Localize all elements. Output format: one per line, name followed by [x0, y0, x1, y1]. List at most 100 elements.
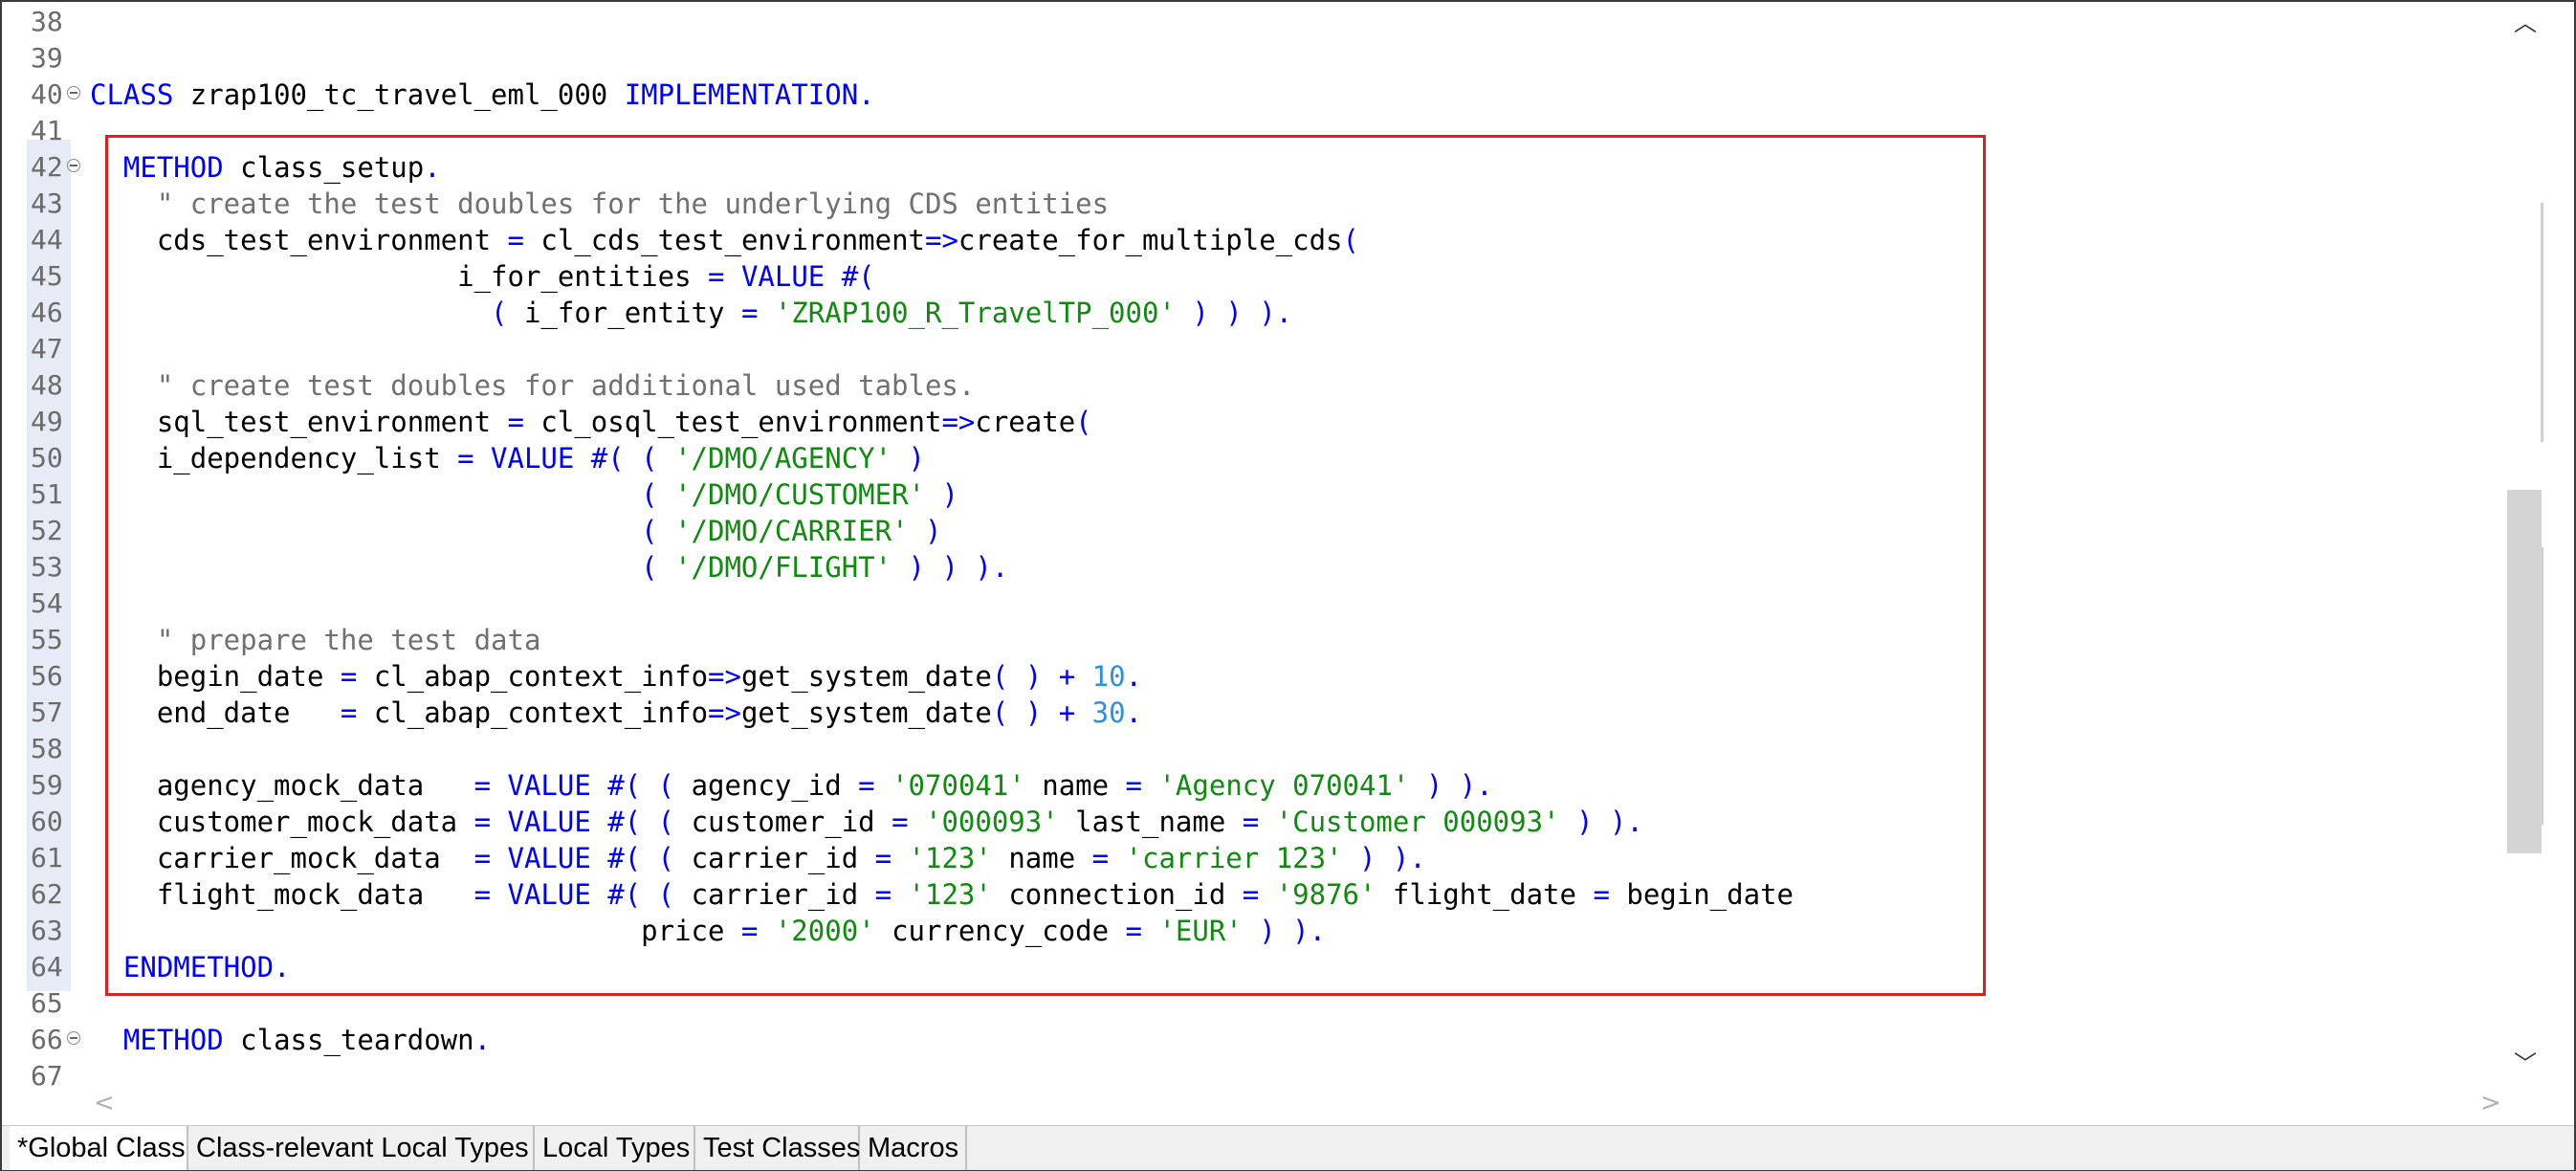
- code-token: '000093': [908, 806, 1059, 838]
- code-line[interactable]: 59 agency_mock_data = VALUE #( ( agency_…: [2, 767, 2489, 804]
- code-token: =: [1242, 878, 1260, 911]
- line-number: 53: [31, 551, 63, 583]
- code-token: =: [740, 297, 759, 329]
- scroll-left-icon[interactable]: <: [94, 1089, 115, 1117]
- code-line[interactable]: 38: [2, 4, 2489, 40]
- code-token: sql_test_environment: [90, 406, 508, 438]
- code-line[interactable]: 55 " prepare the test data: [2, 622, 2489, 658]
- fold-toggle-icon[interactable]: [67, 1031, 80, 1045]
- code-line[interactable]: 43 " create the test doubles for the und…: [2, 186, 2489, 222]
- code-text: " create the test doubles for the underl…: [90, 186, 1109, 222]
- code-token: '/DMO/AGENCY': [674, 442, 892, 475]
- fold-toggle-icon[interactable]: [67, 159, 80, 172]
- code-token: carrier_id: [691, 842, 875, 874]
- code-line[interactable]: 56 begin_date = cl_abap_context_info=>ge…: [2, 658, 2489, 695]
- code-line[interactable]: 62 flight_mock_data = VALUE #( ( carrier…: [2, 876, 2489, 913]
- code-line[interactable]: 58: [2, 731, 2489, 767]
- code-token: last_name: [1058, 806, 1243, 838]
- editor-window: 38 39 40 CLASS zrap100_tc_travel_eml_000 IM…: [0, 0, 2576, 1171]
- code-token: =: [892, 806, 909, 838]
- tab-macros[interactable]: Macros: [860, 1126, 967, 1170]
- code-line[interactable]: 40 CLASS zrap100_tc_travel_eml_000 IMPLEM…: [2, 77, 2489, 113]
- line-number: 46: [31, 297, 63, 328]
- code-token: cds_test_environment: [90, 224, 508, 256]
- code-token: =: [507, 406, 524, 438]
- horizontal-scrollbar[interactable]: < >: [84, 1087, 2506, 1121]
- code-token: ) ).: [1559, 806, 1643, 838]
- line-number: 48: [31, 369, 63, 401]
- code-token: .: [424, 151, 441, 184]
- code-token: VALUE #( (: [491, 878, 692, 911]
- code-token: class_setup: [223, 151, 425, 184]
- code-token: '/DMO/CARRIER': [674, 515, 909, 547]
- scroll-down-icon[interactable]: ﹀: [2514, 1045, 2537, 1078]
- code-token: =: [874, 842, 892, 874]
- code-text: ( '/DMO/CARRIER' ): [90, 513, 941, 549]
- line-number: 52: [31, 515, 63, 546]
- code-line[interactable]: 46 ( i_for_entity = 'ZRAP100_R_TravelTP_…: [2, 295, 2489, 331]
- code-token: 10: [1091, 660, 1126, 693]
- code-token: 'Agency 070041': [1142, 769, 1410, 802]
- tab-global-class[interactable]: *Global Class: [10, 1126, 188, 1170]
- code-token: begin_date: [90, 660, 341, 693]
- line-number: 44: [31, 224, 63, 255]
- code-line[interactable]: 51 ( '/DMO/CUSTOMER' ): [2, 476, 2489, 513]
- code-token: agency_mock_data: [90, 769, 474, 802]
- line-number: 61: [31, 842, 63, 873]
- code-token: =: [473, 806, 492, 838]
- code-token: ) ) ).: [1175, 297, 1293, 329]
- code-text: ( i_for_entity = 'ZRAP100_R_TravelTP_000…: [90, 295, 1292, 331]
- code-token: (: [641, 478, 675, 511]
- code-line[interactable]: 45 i_for_entities = VALUE #(: [2, 258, 2489, 295]
- scroll-right-icon[interactable]: >: [2480, 1089, 2501, 1117]
- code-token: .: [1125, 696, 1143, 729]
- code-token: '9876': [1259, 878, 1376, 911]
- code-token: '/DMO/FLIGHT': [674, 551, 892, 584]
- code-line[interactable]: 48 " create test doubles for additional …: [2, 367, 2489, 404]
- vertical-scroll-thumb[interactable]: [2507, 490, 2542, 853]
- code-line[interactable]: 65: [2, 985, 2489, 1022]
- code-token: ) ).: [1342, 842, 1426, 874]
- code-token: (: [641, 515, 675, 547]
- code-line[interactable]: 53 ( '/DMO/FLIGHT' ) ) ).: [2, 549, 2489, 586]
- code-line[interactable]: 47: [2, 331, 2489, 367]
- scroll-up-icon[interactable]: ︿: [2514, 4, 2537, 37]
- code-line[interactable]: 60 customer_mock_data = VALUE #( ( custo…: [2, 804, 2489, 840]
- tab-test-classes[interactable]: Test Classes: [695, 1126, 860, 1170]
- line-number: 39: [31, 42, 63, 74]
- code-line[interactable]: 52 ( '/DMO/CARRIER' ): [2, 513, 2489, 549]
- code-text: carrier_mock_data = VALUE #( ( carrier_i…: [90, 840, 1426, 876]
- code-token: agency_id: [691, 769, 859, 802]
- code-token: VALUE #( (: [491, 806, 692, 838]
- code-line[interactable]: 57 end_date = cl_abap_context_info=>get_…: [2, 695, 2489, 731]
- code-text: customer_mock_data = VALUE #( ( customer…: [90, 804, 1643, 840]
- overview-ruler-mark: [2541, 203, 2543, 442]
- code-line[interactable]: 54: [2, 586, 2489, 622]
- code-line[interactable]: 61 carrier_mock_data = VALUE #( ( carrie…: [2, 840, 2489, 876]
- code-line[interactable]: 42 METHOD class_setup.: [2, 149, 2489, 186]
- code-line[interactable]: 63 price = '2000' currency_code = 'EUR' …: [2, 913, 2489, 949]
- code-text: i_dependency_list = VALUE #( ( '/DMO/AGE…: [90, 440, 925, 476]
- code-token: =: [1125, 915, 1142, 947]
- code-token: =: [740, 915, 759, 947]
- tab-class-relevant-local-types[interactable]: Class-relevant Local Types: [188, 1126, 535, 1170]
- code-line[interactable]: 41: [2, 113, 2489, 149]
- code-line[interactable]: 49 sql_test_environment = cl_osql_test_e…: [2, 404, 2489, 440]
- fold-toggle-icon[interactable]: [67, 86, 80, 99]
- code-token: =: [507, 224, 524, 256]
- tab-local-types[interactable]: Local Types: [535, 1126, 695, 1170]
- line-number: 43: [31, 188, 63, 219]
- code-token: create_for_multiple_cds: [958, 224, 1343, 256]
- code-token: =: [1593, 878, 1610, 911]
- code-token: .: [473, 1024, 492, 1056]
- code-token: cl_cds_test_environment: [523, 224, 925, 256]
- code-line[interactable]: 64 ENDMETHOD.: [2, 949, 2489, 985]
- code-line[interactable]: 39: [2, 40, 2489, 77]
- code-token: carrier_mock_data: [90, 842, 474, 874]
- code-line[interactable]: 50 i_dependency_list = VALUE #( ( '/DMO/…: [2, 440, 2489, 476]
- code-line[interactable]: 44 cds_test_environment = cl_cds_test_en…: [2, 222, 2489, 258]
- code-line[interactable]: 66 METHOD class_teardown.: [2, 1022, 2489, 1058]
